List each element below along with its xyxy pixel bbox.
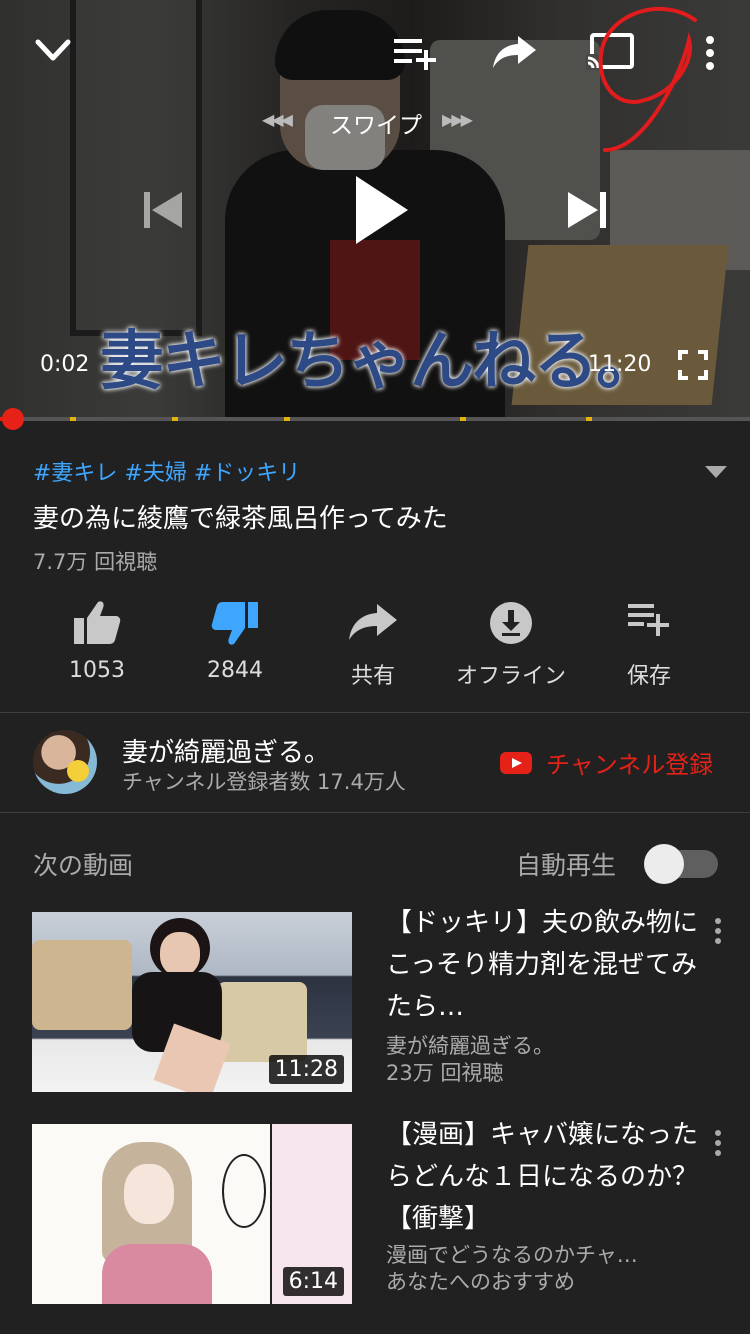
subscriber-count: チャンネル登録者数 17.4万人: [122, 770, 406, 794]
video-thumbnail[interactable]: 6:14: [32, 1124, 352, 1304]
thumb-speech-bubble: [222, 1154, 266, 1228]
autoplay-toggle[interactable]: [644, 844, 718, 884]
video-title: 妻の為に綾鷹で緑茶風呂作ってみた: [33, 504, 448, 534]
video-player[interactable]: 妻キレちゃんねる。 ◀◀◀ スワイプ ▶▶▶ 0:02 11:20: [0, 0, 750, 420]
red-circle-annotation: [598, 6, 697, 152]
youtube-logo-icon: [500, 751, 532, 774]
video-duration: 11:28: [268, 1055, 344, 1084]
thumb-cushion: [32, 940, 132, 1030]
more-options-icon[interactable]: [712, 916, 724, 946]
video-channel: 漫画でどうなるのかチャ…: [386, 1243, 638, 1267]
more-options-icon[interactable]: [712, 1128, 724, 1158]
share-icon[interactable]: [490, 32, 540, 72]
emoji-sticker: [67, 760, 89, 782]
ad-marker: [586, 417, 592, 421]
playlist-add-icon: [628, 604, 669, 636]
save-button[interactable]: 保存: [589, 600, 709, 689]
thumb-person-face: [160, 932, 200, 976]
video-views: 23万 回視聴: [386, 1061, 504, 1085]
subscribe-button[interactable]: チャンネル登録: [500, 745, 713, 780]
hashtags[interactable]: #妻キレ #夫婦 #ドッキリ: [33, 455, 300, 487]
fullscreen-icon[interactable]: [678, 350, 708, 380]
ad-marker: [284, 417, 290, 421]
add-to-queue-icon[interactable]: [392, 36, 438, 70]
thumbs-down-icon: [211, 602, 258, 645]
subscribe-label: チャンネル登録: [546, 751, 714, 779]
next-icon[interactable]: [566, 190, 608, 230]
video-recommendation: あなたへのおすすめ: [386, 1270, 575, 1294]
thumb-manga-body: [102, 1244, 212, 1304]
offline-button[interactable]: オフライン: [451, 600, 571, 689]
dislike-count: 2844: [207, 658, 263, 683]
video-duration: 6:14: [282, 1267, 344, 1296]
share-icon: [349, 604, 397, 640]
swipe-right-arrows: ▶▶▶: [442, 110, 473, 129]
divider: [0, 812, 750, 813]
previous-icon[interactable]: [142, 190, 184, 230]
like-button[interactable]: 1053: [37, 600, 157, 683]
video-thumbnail[interactable]: 11:28: [32, 912, 352, 1092]
thumbs-up-icon: [74, 601, 121, 644]
expand-description-icon[interactable]: [705, 466, 727, 480]
video-channel: 妻が綺麗過ぎる。: [386, 1034, 554, 1058]
thumb-cushion: [217, 982, 307, 1062]
swipe-label: スワイプ: [330, 113, 422, 139]
channel-name[interactable]: 妻が綺麗過ぎる。: [122, 732, 330, 769]
download-icon: [490, 602, 532, 644]
scrubber-handle[interactable]: [2, 408, 24, 430]
progress-track[interactable]: [0, 417, 750, 421]
video-title[interactable]: 【ドッキリ】夫の飲み物にこっそり精力剤を混ぜてみたら…: [386, 902, 706, 1028]
share-action-button[interactable]: 共有: [313, 600, 433, 689]
share-label: 共有: [350, 664, 395, 689]
ad-marker: [172, 417, 178, 421]
swipe-left-arrows: ◀◀◀: [262, 110, 293, 129]
current-time: 0:02: [40, 352, 90, 377]
up-next-label: 次の動画: [33, 851, 134, 880]
like-count: 1053: [69, 658, 125, 683]
dislike-button[interactable]: 2844: [175, 600, 295, 683]
thumb-manga-face: [124, 1164, 174, 1224]
video-watermark: 妻キレちゃんねる。: [100, 325, 660, 399]
view-count: 7.7万 回視聴: [33, 550, 158, 574]
collapse-chevron-down-icon[interactable]: [34, 36, 72, 66]
offline-label: オフライン: [455, 664, 566, 689]
duration: 11:20: [588, 352, 652, 377]
toggle-knob: [644, 844, 684, 884]
save-label: 保存: [626, 664, 671, 689]
ad-marker: [70, 417, 76, 421]
divider: [0, 712, 750, 713]
autoplay-label: 自動再生: [516, 851, 617, 880]
ad-marker: [460, 417, 466, 421]
channel-avatar[interactable]: [33, 730, 97, 794]
video-title[interactable]: 【漫画】キャバ嬢になったらどんな１日になるのか？【衝撃】: [386, 1114, 706, 1240]
play-icon[interactable]: [352, 172, 412, 248]
